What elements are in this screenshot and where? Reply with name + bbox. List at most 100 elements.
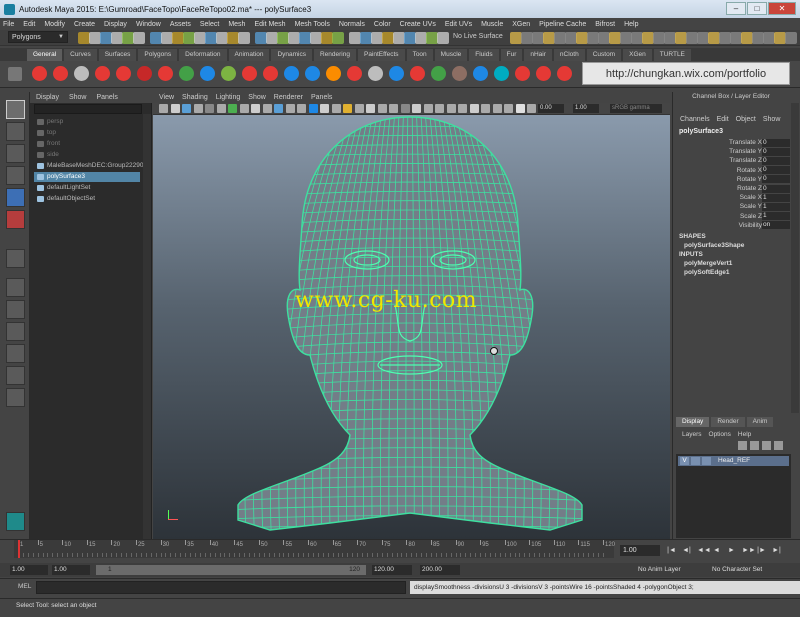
layer-visibility-toggle[interactable]: V — [680, 457, 689, 465]
shelf-tool-icon[interactable] — [536, 66, 551, 81]
viewport-menu-renderer[interactable]: Renderer — [274, 94, 303, 101]
viewport-tool-icon[interactable] — [377, 104, 387, 113]
shelf-tool-icon[interactable] — [473, 66, 488, 81]
time-slider-ruler[interactable]: 1 5 10 15 20 25 30 35 40 45 50 55 60 65 70 75 80 85 90 95 10… — [14, 540, 615, 558]
menu-edit-uvs[interactable]: Edit UVs — [445, 21, 472, 28]
shelf-tool-icon[interactable] — [431, 66, 446, 81]
menu-pipeline-cache[interactable]: Pipeline Cache — [539, 21, 586, 28]
menu-color[interactable]: Color — [374, 21, 391, 28]
paint-select-tool-icon[interactable] — [6, 144, 25, 163]
select-tool-icon[interactable] — [6, 100, 25, 119]
viewport-tool-icon[interactable] — [170, 104, 180, 113]
viewport-tool-icon[interactable] — [228, 104, 237, 113]
layer-menu-layers[interactable]: Layers — [682, 431, 702, 438]
channel-attr-value[interactable]: 1 — [762, 202, 790, 211]
graph-layout-icon[interactable] — [6, 366, 25, 385]
channel-attr-value[interactable]: on — [762, 221, 790, 230]
shelf-tool-icon[interactable] — [32, 66, 47, 81]
menu-edit[interactable]: Edit — [23, 21, 35, 28]
playback-control-icon[interactable]: ► — [727, 546, 736, 555]
viewport-tool-icon[interactable] — [274, 104, 283, 113]
rotate-tool-icon[interactable] — [6, 188, 25, 207]
move-layer-down-icon[interactable] — [750, 441, 759, 450]
outliner-item[interactable]: defaultObjectSet — [34, 194, 140, 204]
shelf-tool-icon[interactable] — [221, 66, 236, 81]
viewport-tool-icon[interactable] — [458, 104, 467, 113]
shelf-tool-icon[interactable] — [200, 66, 215, 81]
exposure-field[interactable]: 0.00 — [538, 104, 564, 113]
menu-modify[interactable]: Modify — [44, 21, 65, 28]
scale-tool-icon[interactable] — [6, 210, 25, 229]
layer-menu-options[interactable]: Options — [709, 431, 731, 438]
menu-mesh-tools[interactable]: Mesh Tools — [295, 21, 330, 28]
shelf-tab-dynamics[interactable]: Dynamics — [271, 49, 312, 61]
viewport-tool-icon[interactable] — [492, 104, 502, 113]
shelf-tool-icon[interactable] — [389, 66, 404, 81]
shelf-tab-fluids[interactable]: Fluids — [469, 49, 499, 61]
playback-control-icon[interactable]: |► — [757, 546, 766, 555]
menu-create-uvs[interactable]: Create UVs — [400, 21, 436, 28]
new-empty-layer-icon[interactable] — [762, 441, 771, 450]
channel-attr-value[interactable]: 1 — [762, 212, 790, 221]
viewport-tool-icon[interactable] — [389, 104, 398, 113]
layer-tab-anim[interactable]: Anim — [746, 417, 774, 427]
channel-attr-value[interactable]: 0 — [762, 147, 790, 156]
shelf-tab-fur[interactable]: Fur — [500, 49, 523, 61]
shelf-tool-icon[interactable] — [284, 66, 299, 81]
shelf-tool-icon[interactable] — [326, 66, 341, 81]
menu-muscle[interactable]: Muscle — [481, 21, 503, 28]
viewport-menu-view[interactable]: View — [159, 94, 174, 101]
viewport-menu-lighting[interactable]: Lighting — [216, 94, 241, 101]
layer-tab-display[interactable]: Display — [676, 417, 710, 427]
playback-control-icon[interactable]: |◄ — [667, 546, 676, 555]
character-set-select[interactable]: No Character Set — [710, 565, 790, 575]
animation-end-field[interactable]: 200.00 — [420, 565, 460, 575]
viewport-tool-icon[interactable] — [159, 104, 168, 113]
viewport-tool-icon[interactable] — [412, 104, 421, 113]
render-tool-icon[interactable] — [785, 32, 797, 44]
playback-control-icon[interactable]: ◄ — [712, 546, 721, 555]
viewport-tool-icon[interactable] — [308, 104, 318, 113]
viewport-tool-icon[interactable] — [262, 104, 272, 113]
playback-control-icon[interactable]: ►| — [772, 546, 781, 555]
move-layer-up-icon[interactable] — [738, 441, 747, 450]
menu-edit-mesh[interactable]: Edit Mesh — [254, 21, 285, 28]
outliner-search-input[interactable] — [34, 104, 142, 114]
maximize-icon[interactable]: □ — [747, 2, 767, 15]
viewport-tool-icon[interactable] — [400, 104, 410, 113]
command-language-label[interactable]: MEL — [18, 583, 31, 590]
menu-help[interactable]: Help — [624, 21, 638, 28]
viewport-tool-icon[interactable] — [205, 104, 214, 113]
perspective-viewport[interactable] — [153, 115, 670, 539]
shelf-tab-curves[interactable]: Curves — [64, 49, 97, 61]
shelf-tool-icon[interactable] — [53, 66, 68, 81]
menu-normals[interactable]: Normals — [339, 21, 365, 28]
viewport-tool-icon[interactable] — [193, 104, 203, 113]
outliner-menu-panels[interactable]: Panels — [96, 94, 117, 101]
move-tool-icon[interactable] — [6, 166, 25, 185]
viewport-tool-icon[interactable] — [216, 104, 226, 113]
outliner-item[interactable]: front — [34, 139, 140, 149]
shelf-tool-icon[interactable] — [452, 66, 467, 81]
channel-attr-value[interactable]: 0 — [762, 175, 790, 184]
shelf-tab-custom[interactable]: Custom — [586, 49, 622, 61]
modeling-toolkit-icon[interactable] — [6, 512, 25, 531]
shelf-tool-icon[interactable] — [179, 66, 194, 81]
viewport-tool-icon[interactable] — [423, 104, 433, 113]
viewport-tool-icon[interactable] — [527, 104, 536, 113]
input-item[interactable]: polyMergeVert1 — [684, 260, 732, 267]
shelf-tab-polygons[interactable]: Polygons — [138, 49, 178, 61]
shelf-tool-icon[interactable] — [263, 66, 278, 81]
menu-bifrost[interactable]: Bifrost — [595, 21, 615, 28]
status-tool-icon[interactable] — [332, 32, 344, 44]
playback-control-icon[interactable]: ◄◄ — [697, 546, 711, 555]
color-space-select[interactable]: sRGB gamma — [610, 104, 662, 113]
last-tool-icon[interactable] — [6, 249, 25, 268]
shelf-tab-turtle[interactable]: TURTLE — [653, 49, 691, 61]
shelf-tool-icon[interactable] — [368, 66, 383, 81]
outliner-item[interactable]: MaleBaseMeshDEC:Group22290 — [34, 161, 143, 171]
menu-xgen[interactable]: XGen — [512, 21, 530, 28]
shelf-tool-icon[interactable] — [74, 66, 89, 81]
shelf-tool-icon[interactable] — [158, 66, 173, 81]
playback-control-icon[interactable]: ►► — [742, 546, 756, 555]
